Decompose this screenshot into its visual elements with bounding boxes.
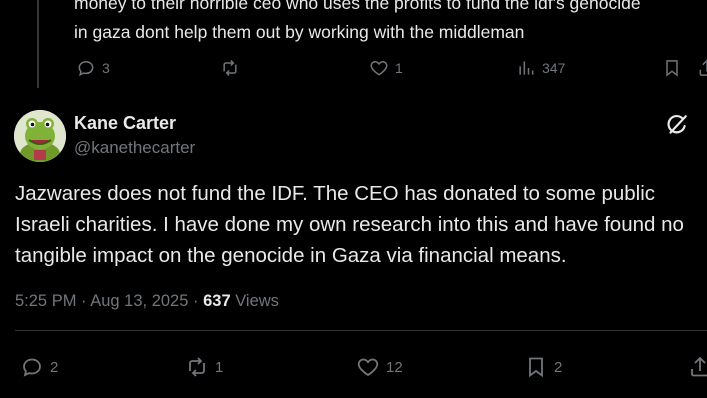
parent-bookmark-button[interactable] [662, 58, 682, 78]
reply-icon [23, 358, 41, 377]
parent-tweet-actions: 3 1 347 [74, 58, 707, 82]
heart-icon [357, 358, 379, 377]
tweet-date[interactable]: Aug 13, 2025 [90, 292, 188, 310]
tweet-text: Jazwares does not fund the IDF. The CEO … [15, 182, 684, 267]
repost-button[interactable]: 1 [185, 355, 223, 379]
parent-views-button[interactable]: 347 [516, 58, 565, 78]
share-button[interactable] [688, 355, 707, 379]
author-handle[interactable]: @kanethecarter [74, 138, 195, 158]
views-chart-icon [519, 61, 534, 75]
parent-reply-button[interactable]: 3 [76, 58, 110, 78]
parent-tweet-text: money to their horrible ceo who uses the… [74, 0, 707, 47]
tweet-actions: 2 1 12 2 [20, 355, 707, 383]
bookmark-icon [529, 357, 543, 378]
repost-icon [189, 357, 205, 377]
parent-tweet-text-line2: in gaza dont help them out by working wi… [74, 22, 525, 42]
parent-repost-button[interactable] [220, 58, 240, 78]
grok-icon [667, 115, 687, 134]
reply-count: 2 [50, 358, 59, 376]
meta-separator: · [193, 292, 199, 310]
parent-views-count: 347 [542, 60, 566, 76]
thread-connector-line [37, 0, 39, 88]
like-button[interactable]: 12 [356, 355, 403, 379]
share-icon [699, 59, 707, 76]
parent-like-button[interactable]: 1 [369, 58, 403, 78]
avatar-frog-image [14, 110, 66, 162]
share-icon [691, 356, 707, 377]
parent-reply-count: 3 [102, 60, 110, 76]
like-count: 12 [386, 358, 403, 376]
divider [15, 330, 707, 331]
parent-share-button[interactable] [697, 58, 707, 78]
heart-icon [370, 60, 388, 76]
bookmark-button[interactable]: 2 [524, 355, 562, 379]
reply-icon [78, 60, 94, 76]
repost-count: 1 [215, 358, 224, 376]
tweet-time[interactable]: 5:25 PM [15, 292, 76, 310]
meta-separator: · [81, 292, 87, 310]
grok-button[interactable] [664, 112, 690, 138]
parent-like-count: 1 [395, 60, 403, 76]
avatar[interactable] [14, 110, 66, 162]
bookmark-icon [666, 60, 678, 77]
parent-tweet-text-line1: money to their horrible ceo who uses the… [74, 0, 641, 13]
repost-icon [223, 59, 237, 77]
tweet-meta: 5:25 PM · Aug 13, 2025 · 637 Views [15, 292, 279, 311]
author-name[interactable]: Kane Carter [74, 113, 176, 134]
views-count: 637 [203, 292, 231, 310]
bookmark-count: 2 [554, 358, 563, 376]
reply-button[interactable]: 2 [20, 355, 58, 379]
views-label: Views [235, 292, 279, 310]
